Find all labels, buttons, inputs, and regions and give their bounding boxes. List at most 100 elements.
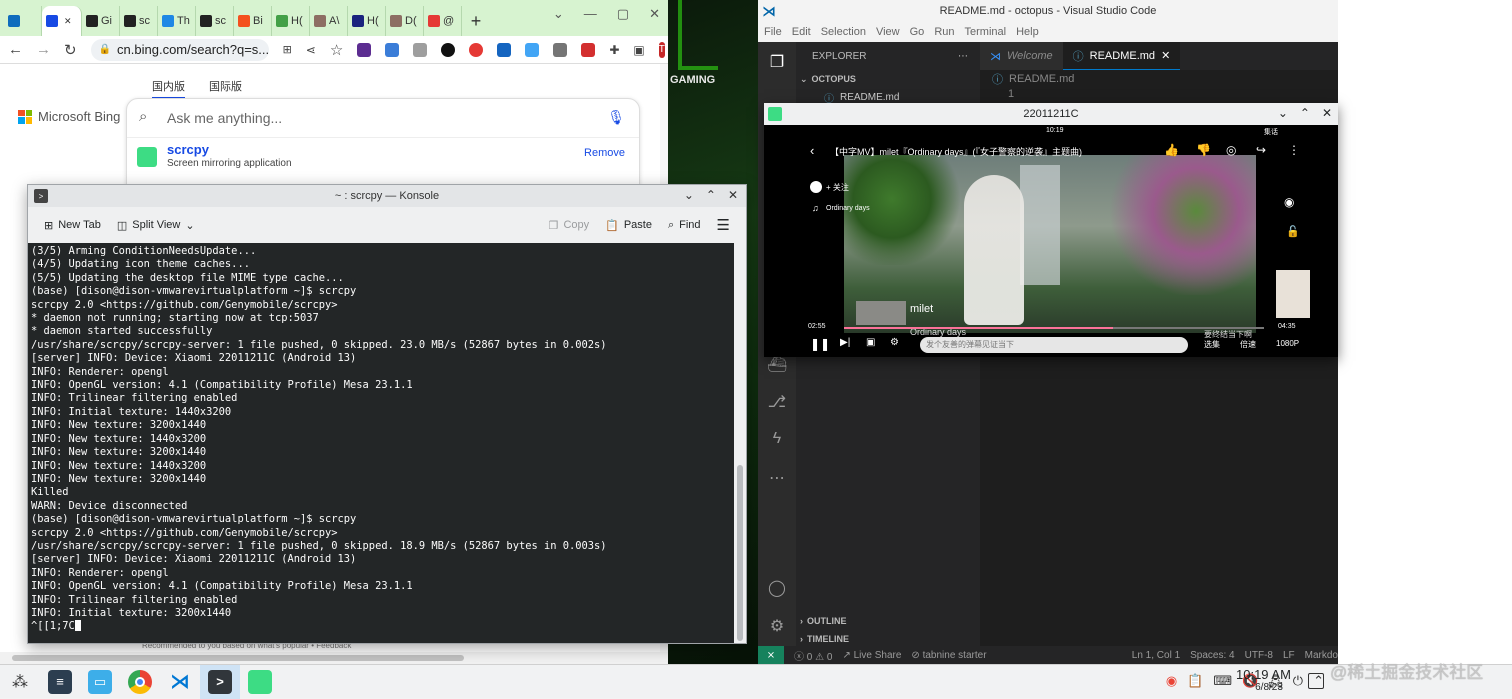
browser-tab[interactable]: Th	[158, 6, 196, 36]
close-icon[interactable]: ✕	[1161, 49, 1170, 62]
address-bar[interactable]: 🔒 cn.bing.com/search?q=s...	[90, 38, 269, 61]
reload-button[interactable]: ↻	[64, 41, 77, 59]
extensions-puzzle-icon[interactable]: ✚	[609, 43, 619, 57]
uploader-avatar[interactable]	[810, 181, 822, 193]
speed-button[interactable]: 倍速	[1240, 339, 1256, 350]
konsole-titlebar[interactable]: > ~ : scrcpy — Konsole ⌄ ⌃ ✕	[28, 185, 746, 207]
more-actions-icon[interactable]: ⋯	[958, 51, 968, 62]
share-icon[interactable]: ↪	[1256, 143, 1266, 157]
remote-indicator[interactable]: ⨯	[758, 646, 784, 664]
docker-icon[interactable]: ⛴	[767, 354, 787, 374]
extension-icon-2[interactable]	[385, 42, 400, 57]
paste-button[interactable]: 📋 Paste	[601, 216, 656, 235]
suggestion-title[interactable]: scrcpy	[167, 142, 209, 157]
related-thumbnail[interactable]	[1276, 270, 1310, 318]
profile-avatar[interactable]: T	[658, 41, 665, 58]
translate-icon[interactable]: ⊞	[283, 43, 292, 56]
menu-item-view[interactable]: View	[876, 26, 900, 38]
taskbar-chrome[interactable]	[120, 665, 160, 699]
danmu-input[interactable]: 发个友善的弹幕见证当下	[920, 337, 1188, 353]
taskbar-system-monitor[interactable]: ≡	[40, 665, 80, 699]
device-screen[interactable]: milet Ordinary days 10:19 集话 ‹ 【中字MV】mil…	[764, 125, 1338, 357]
breadcrumb[interactable]: ⓘ README.md	[980, 70, 1338, 88]
extension-icon-6[interactable]	[497, 42, 512, 57]
like-icon[interactable]: 👍	[1164, 143, 1179, 157]
taskbar-vscode[interactable]: ⋊	[160, 665, 200, 699]
progress-bar[interactable]	[844, 327, 1264, 329]
browser-tab[interactable]: sc	[120, 6, 158, 36]
forward-button[interactable]: →	[36, 41, 51, 58]
end-of-line[interactable]: LF	[1283, 650, 1295, 661]
terminal-output[interactable]: (3/5) Arming ConditionNeedsUpdate... (4/5…	[28, 243, 736, 643]
maximize-button[interactable]: ▢	[617, 6, 629, 22]
next-icon[interactable]: ▶|	[840, 337, 850, 348]
account-icon[interactable]: ◯	[767, 578, 787, 598]
song-name[interactable]: Ordinary days	[826, 205, 870, 212]
more-icon[interactable]: ⋯	[767, 468, 787, 488]
browser-tab[interactable]: H(	[348, 6, 386, 36]
keyboard-icon[interactable]: ⌨	[1213, 673, 1232, 695]
menu-item-help[interactable]: Help	[1016, 26, 1039, 38]
tab-search-icon[interactable]: ⌄	[553, 6, 564, 22]
maximize-button[interactable]: ⌃	[1300, 106, 1310, 120]
app-launcher-button[interactable]: ⁂	[0, 665, 40, 699]
outline-section[interactable]: › OUTLINE	[796, 612, 980, 630]
menu-item-run[interactable]: Run	[934, 26, 954, 38]
browser-tab[interactable]: sc	[196, 6, 234, 36]
chrome-horizontal-scrollbar[interactable]	[0, 652, 668, 664]
browser-tab[interactable]: D(	[386, 6, 424, 36]
gear-icon[interactable]: ⚙	[767, 616, 787, 636]
encoding[interactable]: UTF-8	[1245, 650, 1273, 661]
menu-item-edit[interactable]: Edit	[792, 26, 811, 38]
back-button[interactable]: ←	[8, 41, 23, 58]
share-icon[interactable]: ⋖	[306, 43, 316, 57]
screenshot-icon[interactable]: ◉	[1284, 195, 1294, 209]
menu-item-terminal[interactable]: Terminal	[965, 26, 1007, 38]
maximize-button[interactable]: ⌃	[706, 188, 716, 202]
search-input[interactable]: Ask me anything...	[167, 110, 282, 126]
extension-camera-icon[interactable]	[413, 42, 428, 57]
bookmark-star-icon[interactable]: ☆	[330, 41, 343, 59]
browser-tab[interactable]: Gi	[82, 6, 120, 36]
terminal-scrollbar[interactable]	[734, 243, 746, 643]
tab-welcome[interactable]: ⋊ Welcome	[980, 42, 1063, 70]
extension-download-icon[interactable]	[553, 42, 568, 57]
video-frame[interactable]: milet Ordinary days	[844, 155, 1256, 337]
indentation[interactable]: Spaces: 4	[1190, 650, 1234, 661]
project-section[interactable]: ⌄ OCTOPUS	[796, 70, 980, 88]
tab-international[interactable]: 国际版	[209, 78, 242, 99]
close-button[interactable]: ✕	[728, 188, 738, 202]
hamburger-menu-icon[interactable]: ☰	[713, 213, 734, 237]
pause-icon[interactable]: ❚❚	[810, 337, 830, 351]
extension-icon-4[interactable]	[441, 42, 456, 57]
coin-icon[interactable]: ◎	[1226, 143, 1236, 157]
minimize-button[interactable]: —	[584, 6, 597, 22]
bing-logo[interactable]: Microsoft Bing	[18, 109, 120, 124]
browser-tab[interactable]	[4, 6, 42, 36]
show-desktop-button[interactable]	[1308, 673, 1324, 689]
menu-item-selection[interactable]: Selection	[821, 26, 866, 38]
extension-icon-5[interactable]	[469, 42, 484, 57]
new-tab-button[interactable]: +	[462, 6, 490, 36]
minimize-button[interactable]: ⌄	[1278, 106, 1288, 120]
remove-suggestion-button[interactable]: Remove	[584, 147, 625, 159]
browser-tab[interactable]: @	[424, 6, 462, 36]
clipboard-icon[interactable]: 📋	[1187, 673, 1203, 695]
vscode-titlebar[interactable]: ⋊ README.md - octopus - Visual Studio Co…	[758, 0, 1338, 22]
dislike-icon[interactable]: 👎	[1196, 143, 1211, 157]
tabnine-button[interactable]: ⊘ tabnine starter	[911, 650, 986, 661]
more-icon[interactable]: ⋮	[1288, 143, 1300, 157]
menu-item-go[interactable]: Go	[910, 26, 925, 38]
danmu-toggle-icon[interactable]: ▣	[866, 337, 875, 348]
lightning-icon[interactable]: ϟ	[767, 430, 787, 450]
browser-tab[interactable]: A\	[310, 6, 348, 36]
scrollbar-thumb[interactable]	[12, 655, 464, 661]
find-button[interactable]: ⌕ Find	[664, 216, 705, 235]
files-icon[interactable]: ❐	[767, 52, 787, 72]
taskbar-file-manager[interactable]: ▭	[80, 665, 120, 699]
microphone-icon[interactable]: 🎙	[607, 109, 625, 126]
extension-icon-1[interactable]	[357, 42, 372, 57]
power-icon[interactable]: ⏻	[1293, 673, 1303, 695]
browser-tab[interactable]: H(	[272, 6, 310, 36]
source-control-icon[interactable]: ⎇	[767, 392, 787, 412]
